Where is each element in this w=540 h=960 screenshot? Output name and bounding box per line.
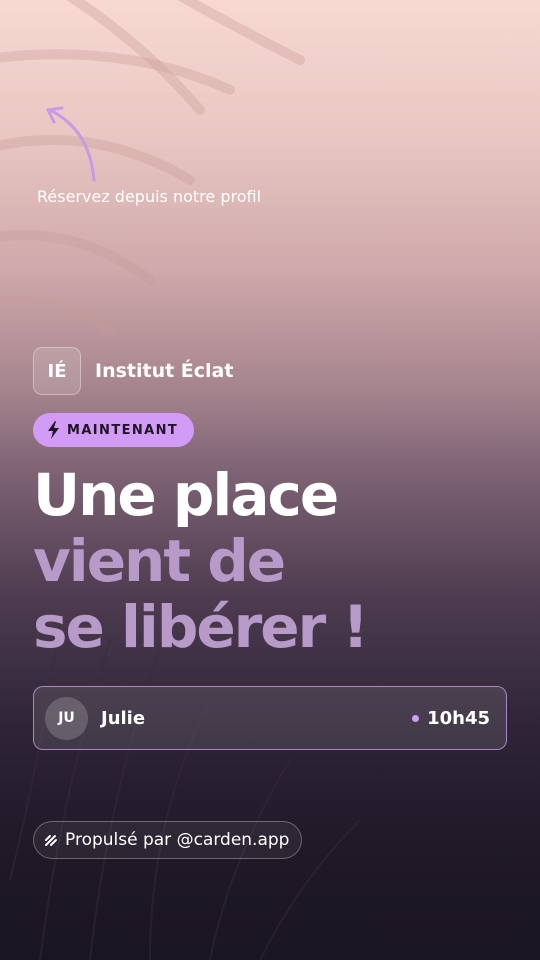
available-slot-card[interactable]: JU Julie 10h45 <box>33 686 507 750</box>
status-dot-icon <box>412 714 420 722</box>
headline-line-2: vient de <box>33 527 286 595</box>
brand-initials: IÉ <box>47 360 67 382</box>
headline-line-1: Une place <box>33 461 339 529</box>
brand-name: Institut Éclat <box>95 360 234 382</box>
headline-line-3: se libérer ! <box>33 593 369 661</box>
story-canvas: Réservez depuis notre profil IÉ Institut… <box>0 0 540 960</box>
now-badge: MAINTENANT <box>33 413 195 447</box>
brand-logo: IÉ <box>33 347 81 395</box>
staff-name: Julie <box>101 707 146 729</box>
badge-label: MAINTENANT <box>67 422 179 438</box>
avatar-initials: JU <box>58 710 75 726</box>
powered-by-label: Propulsé par @carden.app <box>65 830 290 850</box>
carden-logo-icon <box>45 835 57 846</box>
headline: Une place vient de se libérer ! <box>33 461 369 661</box>
powered-by-link[interactable]: Propulsé par @carden.app <box>33 821 303 859</box>
lightning-icon <box>48 421 59 439</box>
profile-hint-text: Réservez depuis notre profil <box>37 187 262 206</box>
avatar: JU <box>45 696 88 740</box>
arrow-up-icon <box>46 106 96 182</box>
slot-time: 10h45 <box>427 707 490 729</box>
brand-header: IÉ Institut Éclat <box>33 346 233 396</box>
